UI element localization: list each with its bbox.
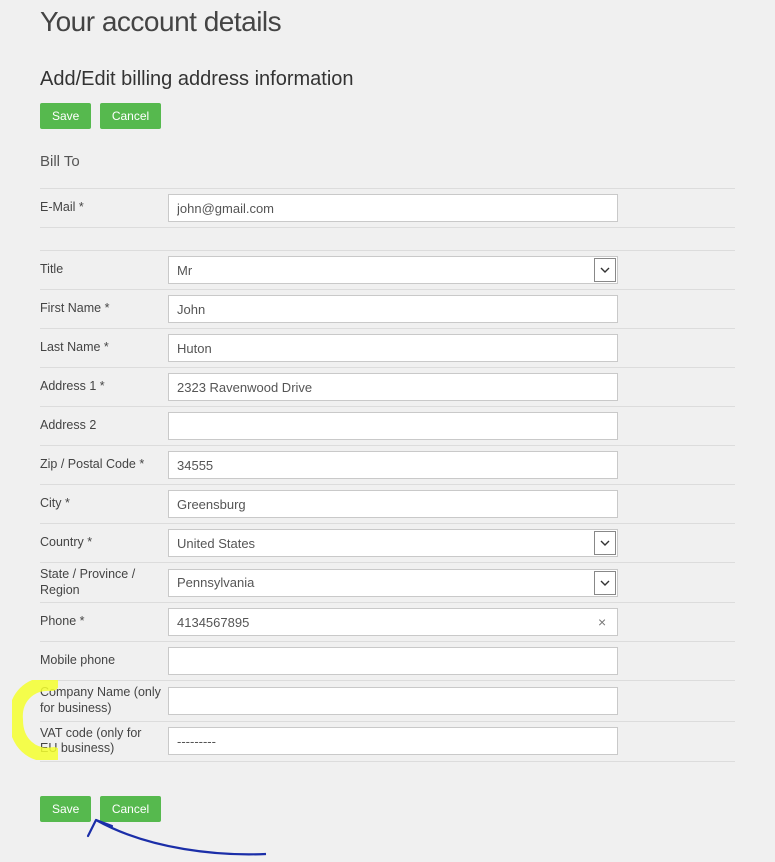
- vat-label: VAT code (only for EU business): [40, 726, 168, 757]
- title-select[interactable]: Mr: [168, 256, 618, 284]
- email-label: E-Mail *: [40, 200, 168, 216]
- vat-field[interactable]: [168, 727, 618, 755]
- cancel-button[interactable]: Cancel: [100, 796, 161, 822]
- city-label: City *: [40, 496, 168, 512]
- clear-input-icon[interactable]: ×: [598, 614, 606, 630]
- phone-field[interactable]: [168, 608, 618, 636]
- save-button[interactable]: Save: [40, 103, 91, 129]
- mobile-label: Mobile phone: [40, 653, 168, 669]
- top-button-row: Save Cancel: [40, 103, 735, 129]
- state-select[interactable]: Pennsylvania: [168, 569, 618, 597]
- address2-label: Address 2: [40, 418, 168, 434]
- country-select[interactable]: United States: [168, 529, 618, 557]
- title-label: Title: [40, 262, 168, 278]
- address2-field[interactable]: [168, 412, 618, 440]
- first-name-field[interactable]: [168, 295, 618, 323]
- page-title: Your account details: [40, 6, 735, 38]
- zip-field[interactable]: [168, 451, 618, 479]
- last-name-field[interactable]: [168, 334, 618, 362]
- mobile-field[interactable]: [168, 647, 618, 675]
- address1-label: Address 1 *: [40, 379, 168, 395]
- save-button[interactable]: Save: [40, 796, 91, 822]
- address1-field[interactable]: [168, 373, 618, 401]
- company-label: Company Name (only for business): [40, 685, 168, 716]
- first-name-label: First Name *: [40, 301, 168, 317]
- city-field[interactable]: [168, 490, 618, 518]
- zip-label: Zip / Postal Code *: [40, 457, 168, 473]
- company-field[interactable]: [168, 687, 618, 715]
- bottom-button-row: Save Cancel: [40, 796, 735, 822]
- bill-to-heading: Bill To: [40, 153, 735, 170]
- email-field[interactable]: [168, 194, 618, 222]
- cancel-button[interactable]: Cancel: [100, 103, 161, 129]
- state-label: State / Province / Region: [40, 567, 168, 598]
- section-title: Add/Edit billing address information: [40, 68, 735, 91]
- last-name-label: Last Name *: [40, 340, 168, 356]
- country-label: Country *: [40, 535, 168, 551]
- phone-label: Phone *: [40, 614, 168, 630]
